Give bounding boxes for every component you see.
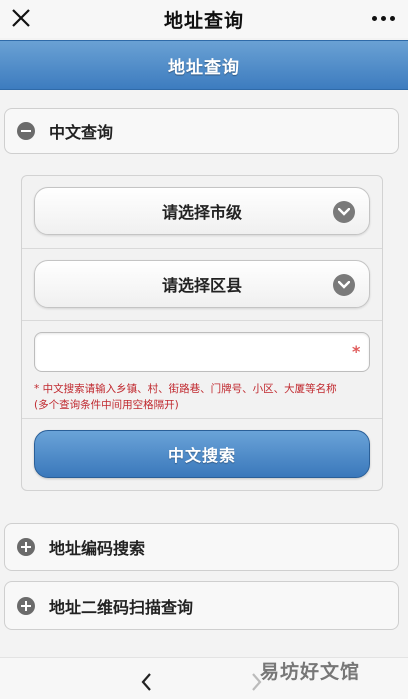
window-title: 地址查询: [163, 9, 244, 32]
page-title: 地址查询: [168, 57, 240, 78]
minus-circle-icon: [17, 122, 35, 140]
page-header: 地址查询: [0, 40, 408, 90]
chevron-down-icon: [333, 201, 355, 223]
chinese-search-button[interactable]: 中文搜索: [34, 430, 370, 478]
chinese-query-panel: 请选择市级 请选择区县 * * 中文搜索请输入乡镇、村、街路巷、门牌号、小区、大…: [21, 175, 383, 491]
section-label: 地址编码搜索: [49, 539, 146, 558]
section-chinese-query-header[interactable]: 中文查询: [4, 108, 399, 154]
close-icon: [12, 9, 30, 27]
chevron-down-icon: [333, 274, 355, 296]
search-hint-line1: * 中文搜索请输入乡镇、村、街路巷、门牌号、小区、大厦等名称: [34, 383, 337, 395]
divider: [22, 320, 382, 321]
watermark: 易坊好文馆: [260, 661, 361, 683]
chevron-left-icon: [141, 673, 151, 691]
section-code-search-header[interactable]: 地址编码搜索: [4, 523, 399, 571]
section-qr-scan-header[interactable]: 地址二维码扫描查询: [4, 581, 399, 630]
more-button[interactable]: [368, 8, 398, 28]
address-search-input[interactable]: [34, 332, 370, 372]
plus-circle-icon: [17, 596, 35, 615]
back-button[interactable]: [135, 670, 159, 694]
window-title-bar: 地址查询: [0, 0, 408, 38]
city-select[interactable]: 请选择市级: [34, 187, 370, 235]
section-label: 地址二维码扫描查询: [49, 597, 194, 617]
district-select[interactable]: 请选择区县: [34, 260, 370, 308]
close-button[interactable]: [8, 5, 34, 31]
more-dots-icon: [371, 15, 377, 21]
divider: [22, 418, 382, 419]
section-label: 中文查询: [49, 123, 114, 142]
required-mark: *: [352, 342, 361, 361]
plus-circle-icon: [17, 538, 35, 556]
city-select-label: 请选择市级: [161, 203, 242, 222]
divider: [22, 248, 382, 249]
search-hint-line2: (多个查询条件中间用空格隔开): [34, 399, 179, 411]
district-select-label: 请选择区县: [161, 276, 242, 295]
